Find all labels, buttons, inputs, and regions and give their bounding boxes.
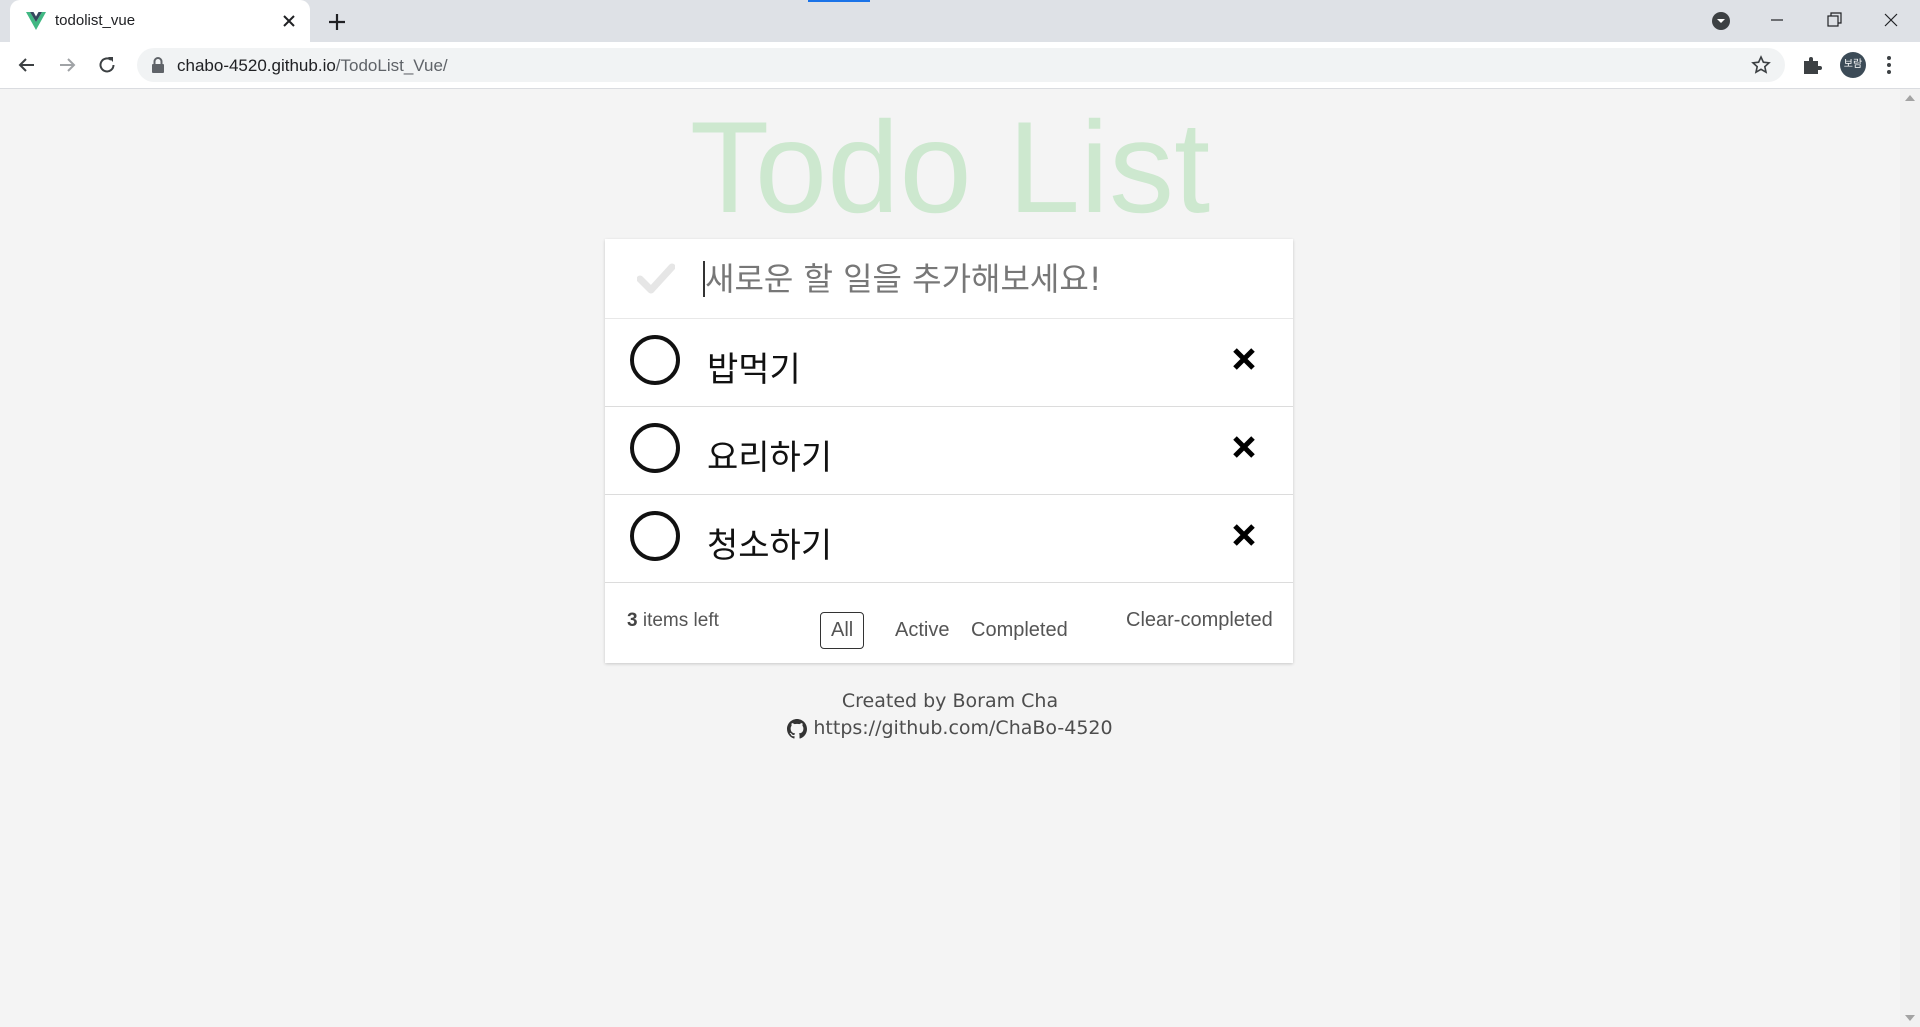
filter-all-button[interactable]: All <box>820 612 865 649</box>
tab-title: todolist_vue <box>55 12 136 29</box>
url-text: chabo-4520.github.io/TodoList_Vue/ <box>177 56 448 76</box>
github-link[interactable]: https://github.com/ChaBo-4520 <box>787 715 1113 742</box>
new-todo-input[interactable] <box>703 255 1267 303</box>
todo-item: 밥먹기 <box>605 319 1293 407</box>
items-left-number: 3 <box>627 610 638 631</box>
todo-item: 요리하기 <box>605 407 1293 495</box>
forward-icon[interactable] <box>54 52 80 78</box>
items-left-count: 3 items left <box>627 610 719 632</box>
todo-label[interactable]: 요리하기 <box>707 430 832 479</box>
more-menu-icon[interactable] <box>1884 53 1894 77</box>
new-todo-row <box>605 239 1293 319</box>
extensions-puzzle-icon[interactable] <box>1800 53 1824 77</box>
delete-x-icon[interactable] <box>1231 346 1257 372</box>
new-tab-icon[interactable] <box>325 10 349 34</box>
reload-icon[interactable] <box>94 52 120 78</box>
url-host: chabo-4520.github.io <box>177 56 336 75</box>
github-link-text: https://github.com/ChaBo-4520 <box>813 717 1113 739</box>
todo-item: 청소하기 <box>605 495 1293 583</box>
github-icon <box>787 718 808 739</box>
clear-completed-button[interactable]: Clear-completed <box>1120 608 1279 633</box>
browser-toolbar: chabo-4520.github.io/TodoList_Vue/ 보람 <box>0 42 1920 89</box>
delete-x-icon[interactable] <box>1231 522 1257 548</box>
address-bar[interactable]: chabo-4520.github.io/TodoList_Vue/ <box>137 48 1785 82</box>
vue-logo-icon <box>26 12 46 30</box>
credit-footer: Created by Boram Cha https://github.com/… <box>0 688 1900 747</box>
text-caret <box>703 261 705 297</box>
profile-avatar[interactable]: 보람 <box>1840 52 1866 78</box>
browser-tab[interactable]: todolist_vue <box>10 0 310 42</box>
scroll-up-arrow-icon[interactable] <box>1905 95 1915 101</box>
filter-completed-button[interactable]: Completed <box>960 612 1079 649</box>
url-path: /TodoList_Vue/ <box>335 56 448 75</box>
delete-x-icon[interactable] <box>1231 434 1257 460</box>
close-window-icon[interactable] <box>1879 8 1903 32</box>
page-title: Todo List <box>689 94 1211 240</box>
restore-icon[interactable] <box>1822 8 1846 32</box>
todo-toggle-circle[interactable] <box>630 335 680 385</box>
items-left-suffix: items left <box>642 610 719 631</box>
lock-icon <box>152 57 164 73</box>
close-tab-icon[interactable] <box>280 12 298 30</box>
todo-label[interactable]: 청소하기 <box>707 518 832 567</box>
todo-footer: 3 items left All Active Completed Clear-… <box>605 580 1293 663</box>
page-scrollbar[interactable] <box>1900 89 1920 1027</box>
minimize-icon[interactable] <box>1765 8 1789 32</box>
credit-author: Created by Boram Cha <box>841 690 1059 712</box>
scroll-down-arrow-icon[interactable] <box>1905 1015 1915 1021</box>
tab-search-icon[interactable] <box>1710 10 1732 32</box>
back-icon[interactable] <box>14 52 40 78</box>
todo-list: 밥먹기 요리하기 청소하기 <box>605 319 1293 583</box>
todo-label[interactable]: 밥먹기 <box>707 342 801 391</box>
todo-toggle-circle[interactable] <box>630 423 680 473</box>
filter-active-button[interactable]: Active <box>884 612 960 649</box>
tab-indicator <box>808 0 870 2</box>
bookmark-star-icon[interactable] <box>1751 55 1771 75</box>
todo-card: 밥먹기 요리하기 청소하기 3 items left All Active Co… <box>605 239 1293 663</box>
toggle-all-check-icon[interactable] <box>637 261 675 295</box>
todo-toggle-circle[interactable] <box>630 511 680 561</box>
tab-strip: todolist_vue <box>0 0 1920 42</box>
